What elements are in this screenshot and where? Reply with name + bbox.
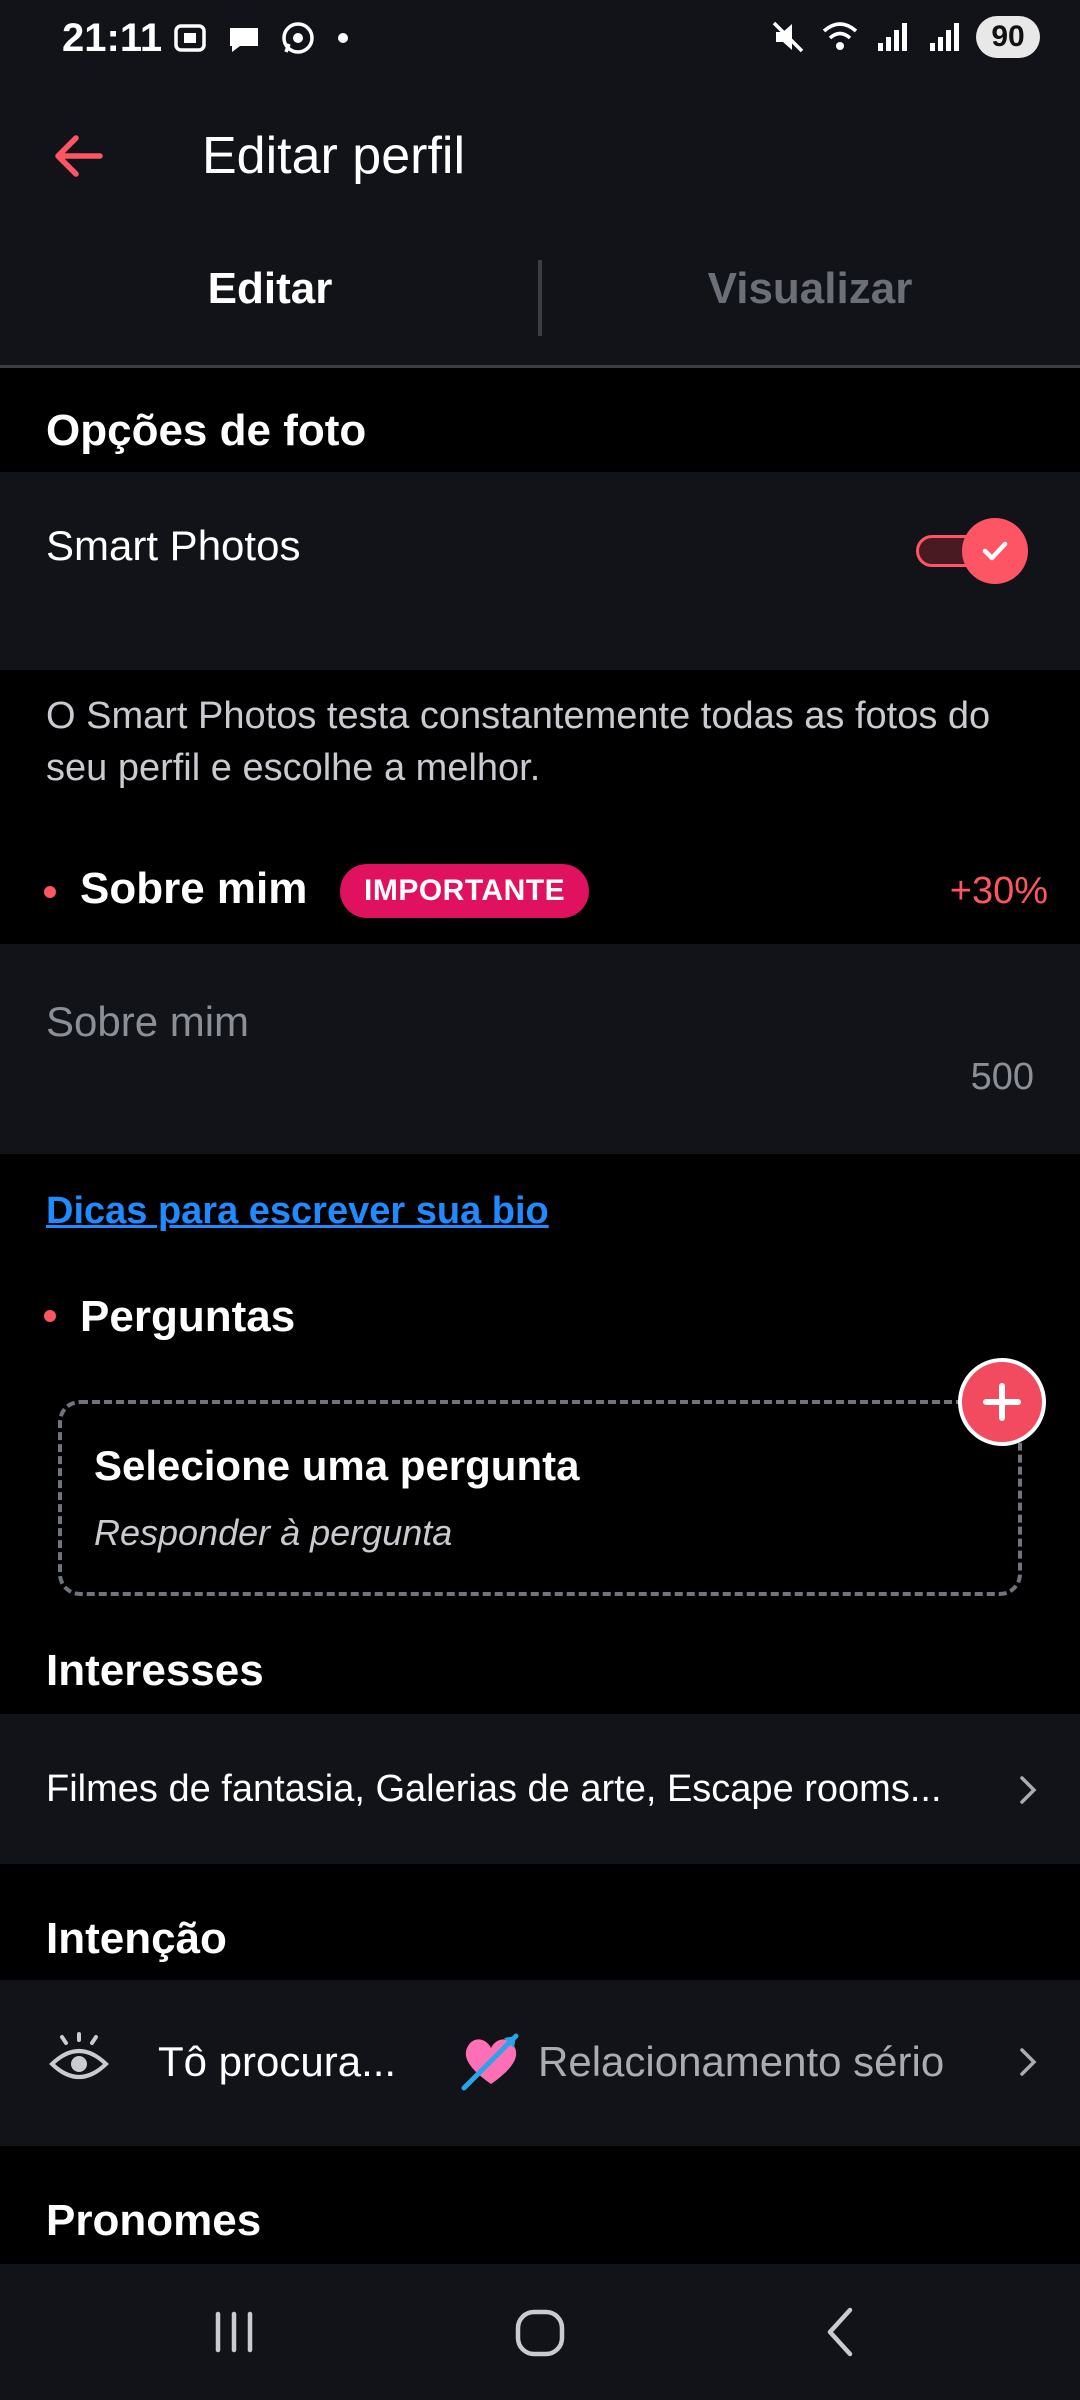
check-icon (982, 541, 1008, 561)
plus-icon (983, 1383, 1021, 1421)
notification-dot (338, 33, 348, 43)
back-arrow-icon[interactable] (46, 124, 110, 188)
interests-title: Interesses (46, 1646, 264, 1695)
add-question-button[interactable] (958, 1358, 1046, 1446)
toggle-knob (962, 518, 1028, 584)
chat-icon (230, 28, 258, 52)
system-navigation-bar (0, 2264, 1080, 2400)
mute-icon (772, 21, 804, 53)
screenshot-icon (174, 24, 206, 52)
smart-photos-label: Smart Photos (46, 522, 301, 569)
profile-boost-percent: +30% (949, 870, 1048, 912)
intention-value: Relacionamento sério (538, 2038, 945, 2085)
tab-edit[interactable]: Editar (0, 264, 540, 314)
interests-row[interactable]: Filmes de fantasia, Galerias de arte, Es… (0, 1714, 1080, 1864)
status-system-icons: 90 (768, 16, 1040, 58)
wifi-icon (822, 22, 858, 50)
tab-bar: Editar Visualizar (0, 228, 1080, 368)
recent-apps-icon[interactable] (202, 2300, 266, 2364)
back-icon[interactable] (810, 2300, 874, 2364)
pronouns-title: Pronomes (46, 2196, 262, 2245)
about-me-placeholder: Sobre mim (46, 998, 250, 1045)
signal-icon-2 (930, 23, 959, 51)
required-bullet (44, 886, 56, 898)
eye-icon (49, 2032, 109, 2079)
heart-arrow-icon (461, 2033, 519, 2091)
signal-icon (878, 23, 907, 51)
chevron-right-icon (1020, 2048, 1037, 2076)
smart-photos-description: O Smart Photos testa constantemente toda… (46, 695, 991, 789)
smart-photos-toggle[interactable] (916, 518, 1028, 584)
tab-preview[interactable]: Visualizar (540, 264, 1080, 314)
photo-options-title: Opções de foto (46, 406, 367, 455)
intention-row[interactable]: Tô procura... Relacionamento sério (0, 1980, 1080, 2146)
interests-value: Filmes de fantasia, Galerias de arte, Es… (46, 1768, 942, 1810)
important-badge: IMPORTANTE (340, 864, 590, 918)
intention-label: Tô procura... (158, 2038, 397, 2085)
status-notification-icons (170, 18, 348, 58)
bio-tips-link[interactable]: Dicas para escrever sua bio (46, 1190, 549, 1233)
intention-title: Intenção (46, 1914, 227, 1963)
select-question-label: Selecione uma pergunta (94, 1442, 580, 1489)
whatsapp-icon (282, 22, 314, 54)
character-counter: 500 (970, 1056, 1034, 1098)
questions-title: Perguntas (80, 1292, 296, 1341)
select-question-card[interactable]: Selecione uma pergunta Responder à pergu… (58, 1400, 1022, 1596)
required-bullet-questions (44, 1310, 56, 1322)
home-icon[interactable] (508, 2300, 572, 2364)
chevron-right-icon (1020, 1776, 1037, 1804)
app-header: Editar perfil (0, 80, 1080, 228)
answer-question-label: Responder à pergunta (94, 1512, 453, 1553)
about-me-title: Sobre mim (80, 864, 308, 913)
smart-photos-row: Smart Photos (0, 472, 1080, 670)
about-me-input[interactable]: Sobre mim 500 (0, 944, 1080, 1154)
battery-indicator: 90 (976, 16, 1040, 58)
status-bar: 21:11 90 (0, 0, 1080, 80)
status-time: 21:11 (62, 16, 163, 60)
page-title: Editar perfil (202, 127, 465, 185)
